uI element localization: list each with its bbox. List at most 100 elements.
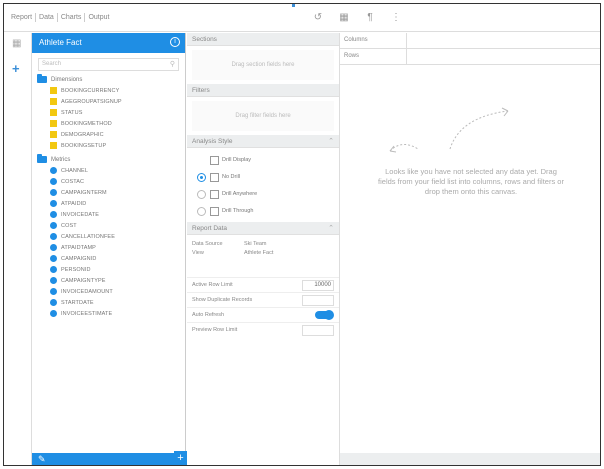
- field-item[interactable]: BOOKINGMETHOD: [50, 118, 185, 129]
- filters-header[interactable]: Filters: [187, 84, 339, 97]
- field-label: ATPAIDID: [61, 200, 87, 207]
- collapse-icon[interactable]: ⌃: [328, 224, 334, 232]
- field-item[interactable]: DEMOGRAPHIC: [50, 129, 185, 140]
- analysis-style-header[interactable]: Analysis Style ⌃: [187, 135, 339, 148]
- radio-button[interactable]: [197, 206, 206, 216]
- folder-label: Metrics: [51, 156, 71, 163]
- radio-button[interactable]: [197, 189, 206, 199]
- field-label: COST: [61, 222, 77, 229]
- metric-icon: [50, 211, 57, 218]
- sections-header[interactable]: Sections: [187, 33, 339, 46]
- folder-metric[interactable]: Metrics: [37, 154, 185, 165]
- field-search-input[interactable]: Search ⚲: [38, 58, 179, 71]
- folder-dimension[interactable]: Dimensions: [37, 74, 185, 85]
- field-label: COSTAC: [61, 178, 85, 185]
- field-item[interactable]: BOOKINGSETUP: [50, 140, 185, 151]
- analysis-option[interactable]: Drill Anywhere: [187, 187, 339, 201]
- edit-icon[interactable]: ✎: [38, 454, 46, 465]
- search-icon: ⚲: [169, 61, 175, 68]
- tab-charts[interactable]: Charts: [56, 13, 85, 22]
- field-item[interactable]: CAMPAIGNTYPE: [50, 275, 185, 286]
- active-row-limit-input[interactable]: 10000: [302, 280, 334, 291]
- field-label: BOOKINGCURRENCY: [61, 87, 120, 94]
- field-item[interactable]: BOOKINGCURRENCY: [50, 85, 185, 96]
- field-label: CAMPAIGNID: [61, 255, 97, 262]
- tab-report[interactable]: Report: [8, 13, 35, 22]
- metric-icon: [50, 255, 57, 262]
- table-icon[interactable]: ▦: [338, 12, 350, 24]
- field-item[interactable]: COST: [50, 220, 185, 231]
- tab-output[interactable]: Output: [84, 13, 112, 22]
- field-label: STATUS: [61, 109, 83, 116]
- top-toolbar: Report Data Charts Output ↺ ▦ ¶ ⋮: [4, 4, 600, 32]
- field-label: AGEGROUPATSIGNUP: [61, 98, 122, 105]
- dimension-icon: [50, 142, 57, 149]
- format-icon[interactable]: ¶: [364, 12, 376, 24]
- show-duplicates-checkbox[interactable]: [302, 295, 334, 306]
- field-item[interactable]: AGEGROUPATSIGNUP: [50, 96, 185, 107]
- field-item[interactable]: ATPAIDTAMP: [50, 242, 185, 253]
- folder-icon: [37, 74, 47, 83]
- field-item[interactable]: STATUS: [50, 107, 185, 118]
- field-item[interactable]: INVOICEESTIMATE: [50, 308, 185, 319]
- field-item[interactable]: PERSONID: [50, 264, 185, 275]
- option-icon: [210, 206, 219, 216]
- radio-button[interactable]: [197, 172, 206, 182]
- view-title: Athlete Fact: [39, 38, 82, 47]
- grid-icon[interactable]: ▦: [12, 38, 21, 49]
- auto-refresh-toggle[interactable]: [315, 310, 334, 320]
- field-item[interactable]: STARTDATE: [50, 297, 185, 308]
- field-label: PERSONID: [61, 266, 91, 273]
- report-data-info: Data Source Ski Team View Athlete Fact: [187, 235, 339, 277]
- field-item[interactable]: COSTAC: [50, 176, 185, 187]
- add-field-button[interactable]: +: [174, 451, 187, 465]
- field-item[interactable]: CHANNEL: [50, 165, 185, 176]
- analysis-option-label: Drill Through: [222, 208, 254, 214]
- collapse-icon[interactable]: ⌃: [328, 137, 334, 145]
- undo-icon[interactable]: ↺: [312, 12, 324, 24]
- metric-icon: [50, 277, 57, 284]
- option-icon: [210, 172, 219, 182]
- analysis-option[interactable]: No Drill: [187, 170, 339, 184]
- field-label: INVOICEDAMOUNT: [61, 288, 113, 295]
- add-view-icon[interactable]: +: [12, 61, 20, 76]
- analysis-option[interactable]: Drill Display: [187, 153, 339, 167]
- field-item[interactable]: INVOICEDAMOUNT: [50, 286, 185, 297]
- active-indicator: [292, 4, 295, 7]
- builder-tabs: Report Data Charts Output: [8, 13, 112, 22]
- field-label: ATPAIDTAMP: [61, 244, 96, 251]
- report-builder-window: Report Data Charts Output ↺ ▦ ¶ ⋮ ▦ + At…: [3, 3, 601, 466]
- kv-row: View Athlete Fact: [192, 249, 274, 256]
- field-item[interactable]: INVOICEDATE: [50, 209, 185, 220]
- field-item[interactable]: CAMPAIGNTERM: [50, 187, 185, 198]
- left-arrow-curve: [389, 144, 419, 152]
- report-data-header[interactable]: Report Data ⌃: [187, 222, 339, 235]
- filters-dropzone[interactable]: Drag filter fields here: [192, 101, 334, 131]
- sections-dropzone[interactable]: Drag section fields here: [192, 50, 334, 80]
- right-arrow-curve: [449, 110, 509, 150]
- field-label: INVOICEESTIMATE: [61, 310, 113, 317]
- field-item[interactable]: CANCELLATIONFEE: [50, 231, 185, 242]
- tab-data[interactable]: Data: [35, 13, 57, 22]
- field-label: INVOICEDATE: [61, 211, 99, 218]
- field-item[interactable]: ATPAIDID: [50, 198, 185, 209]
- report-canvas[interactable]: Columns Rows Looks like you have not sel…: [340, 33, 600, 465]
- search-placeholder: Search: [42, 61, 62, 67]
- field-item[interactable]: CAMPAIGNID: [50, 253, 185, 264]
- dimension-icon: [50, 87, 57, 94]
- canvas-footer: [340, 453, 600, 465]
- active-row-limit-row: Active Row Limit 10000: [187, 277, 339, 292]
- field-panel-header: Athlete Fact i: [32, 33, 185, 53]
- field-tree: Dimensions BOOKINGCURRENCY AGEGROUPATSIGNU…: [32, 74, 185, 319]
- toolbar-icons: ↺ ▦ ¶ ⋮: [312, 12, 402, 24]
- left-arrow-head: [389, 145, 397, 153]
- more-icon[interactable]: ⋮: [390, 12, 402, 24]
- preview-row-limit-input[interactable]: [302, 325, 334, 336]
- info-icon[interactable]: i: [170, 37, 180, 47]
- folder-items: CHANNEL COSTAC CAMPAIGNTERM ATPAIDID INVOICE…: [37, 165, 185, 319]
- metric-icon: [50, 288, 57, 295]
- analysis-option[interactable]: Drill Through: [187, 204, 339, 218]
- hint-arrows: [389, 107, 509, 153]
- field-label: STARTDATE: [61, 299, 94, 306]
- analysis-option-label: Drill Anywhere: [222, 191, 258, 197]
